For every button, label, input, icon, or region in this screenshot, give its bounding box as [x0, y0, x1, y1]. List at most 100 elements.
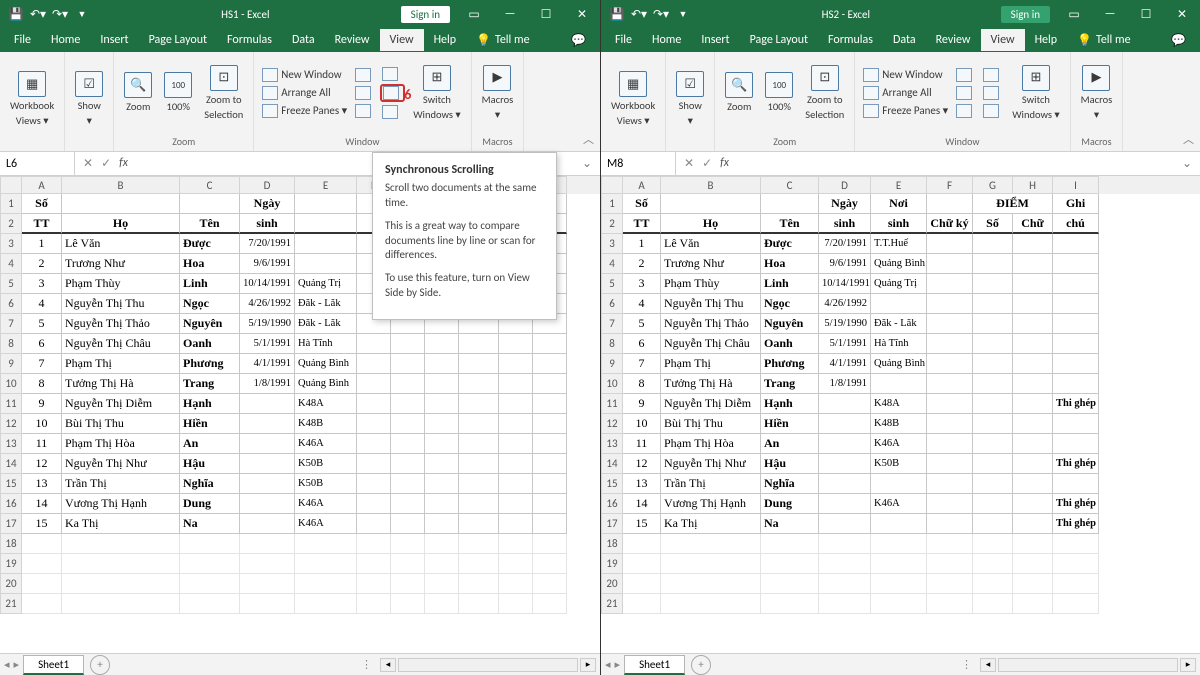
new-sheet-button[interactable]: +: [90, 655, 110, 675]
data-cell[interactable]: Phạm Thị Hòa: [62, 434, 180, 454]
enter-icon[interactable]: ✓: [101, 156, 111, 171]
header-cell[interactable]: [62, 194, 180, 214]
data-cell[interactable]: [240, 434, 295, 454]
empty-cell[interactable]: [499, 594, 533, 614]
row-header[interactable]: 21: [601, 594, 623, 614]
data-cell[interactable]: Ka Thị: [661, 514, 761, 534]
data-cell[interactable]: [927, 454, 973, 474]
zoom-button[interactable]: 🔍Zoom: [721, 70, 757, 115]
row-header[interactable]: 18: [601, 534, 623, 554]
data-cell[interactable]: 14: [22, 494, 62, 514]
data-cell[interactable]: [927, 474, 973, 494]
empty-cell[interactable]: [819, 574, 871, 594]
empty-cell[interactable]: [871, 554, 927, 574]
data-cell[interactable]: [871, 514, 927, 534]
data-cell[interactable]: [1053, 334, 1099, 354]
data-cell[interactable]: [240, 494, 295, 514]
qat-more-icon[interactable]: ▼: [675, 6, 691, 22]
data-cell[interactable]: Hoa: [761, 254, 819, 274]
data-cell[interactable]: 7: [22, 354, 62, 374]
row-header[interactable]: 15: [601, 474, 623, 494]
empty-cell[interactable]: [973, 534, 1013, 554]
new-window-button[interactable]: New Window: [861, 67, 950, 83]
switch-windows-button[interactable]: ⊞SwitchWindows ▾: [409, 63, 464, 123]
data-cell[interactable]: [499, 434, 533, 454]
enter-icon[interactable]: ✓: [702, 156, 712, 171]
data-cell[interactable]: [425, 354, 459, 374]
empty-cell[interactable]: [1013, 554, 1053, 574]
data-cell[interactable]: [459, 374, 499, 394]
data-cell[interactable]: 2: [22, 254, 62, 274]
data-cell[interactable]: 13: [623, 474, 661, 494]
data-cell[interactable]: Thi ghép: [1053, 394, 1099, 414]
switch-windows-button[interactable]: ⊞SwitchWindows ▾: [1008, 63, 1063, 123]
empty-cell[interactable]: [819, 534, 871, 554]
menu-home[interactable]: Home: [41, 29, 90, 51]
row-header[interactable]: 9: [0, 354, 22, 374]
data-cell[interactable]: [499, 454, 533, 474]
data-cell[interactable]: [973, 454, 1013, 474]
tell-me[interactable]: 💡Tell me: [1067, 29, 1140, 52]
data-cell[interactable]: Bùi Thị Thu: [62, 414, 180, 434]
unhide-button[interactable]: [353, 103, 376, 119]
data-cell[interactable]: [499, 334, 533, 354]
col-header-H[interactable]: H: [1013, 176, 1053, 194]
data-cell[interactable]: [1013, 434, 1053, 454]
hscroll-right-icon[interactable]: ▸: [1180, 658, 1196, 672]
data-cell[interactable]: [973, 354, 1013, 374]
empty-cell[interactable]: [22, 594, 62, 614]
data-cell[interactable]: [819, 514, 871, 534]
data-cell[interactable]: Nghĩa: [761, 474, 819, 494]
data-cell[interactable]: Dung: [761, 494, 819, 514]
data-cell[interactable]: [357, 334, 391, 354]
data-cell[interactable]: [391, 454, 425, 474]
col-header-C[interactable]: C: [180, 176, 240, 194]
name-box[interactable]: L6: [0, 152, 75, 175]
data-cell[interactable]: [425, 394, 459, 414]
tab-split-icon[interactable]: ⋮: [961, 658, 978, 671]
data-cell[interactable]: [425, 414, 459, 434]
data-cell[interactable]: [425, 494, 459, 514]
empty-cell[interactable]: [62, 574, 180, 594]
row-header[interactable]: 1: [601, 194, 623, 214]
empty-cell[interactable]: [819, 594, 871, 614]
data-cell[interactable]: [459, 454, 499, 474]
hscroll-left-icon[interactable]: ◂: [980, 658, 996, 672]
data-cell[interactable]: [459, 334, 499, 354]
header-cell[interactable]: TT: [623, 214, 661, 234]
col-header-F[interactable]: F: [927, 176, 973, 194]
data-cell[interactable]: 9: [22, 394, 62, 414]
data-cell[interactable]: [819, 414, 871, 434]
empty-cell[interactable]: [180, 534, 240, 554]
data-cell[interactable]: [973, 334, 1013, 354]
header-cell[interactable]: Chữ ký: [927, 214, 973, 234]
data-cell[interactable]: Nguyễn Thị Như: [661, 454, 761, 474]
data-cell[interactable]: [973, 294, 1013, 314]
empty-cell[interactable]: [62, 554, 180, 574]
freeze-panes-button[interactable]: Freeze Panes ▾: [260, 103, 349, 119]
select-all-corner[interactable]: [601, 176, 623, 194]
data-cell[interactable]: Ngọc: [180, 294, 240, 314]
empty-cell[interactable]: [927, 534, 973, 554]
data-cell[interactable]: Được: [761, 234, 819, 254]
data-cell[interactable]: 3: [22, 274, 62, 294]
menu-file[interactable]: File: [4, 29, 41, 51]
header-cell[interactable]: Ngày: [819, 194, 871, 214]
data-cell[interactable]: [1013, 494, 1053, 514]
empty-cell[interactable]: [927, 594, 973, 614]
data-cell[interactable]: [499, 374, 533, 394]
data-cell[interactable]: [1013, 294, 1053, 314]
data-cell[interactable]: [459, 514, 499, 534]
empty-cell[interactable]: [425, 574, 459, 594]
data-cell[interactable]: K46A: [295, 434, 357, 454]
header-cell[interactable]: ĐIỂM: [973, 194, 1053, 214]
menu-formulas[interactable]: Formulas: [217, 29, 282, 51]
side-by-side-button[interactable]: [380, 66, 405, 82]
row-header[interactable]: 19: [601, 554, 623, 574]
header-cell[interactable]: [761, 194, 819, 214]
data-cell[interactable]: [499, 354, 533, 374]
workbook-views-button[interactable]: ▦WorkbookViews ▾: [6, 69, 58, 129]
row-header[interactable]: 2: [0, 214, 22, 234]
data-cell[interactable]: Quảng Bình: [871, 254, 927, 274]
menu-file[interactable]: File: [605, 29, 642, 51]
